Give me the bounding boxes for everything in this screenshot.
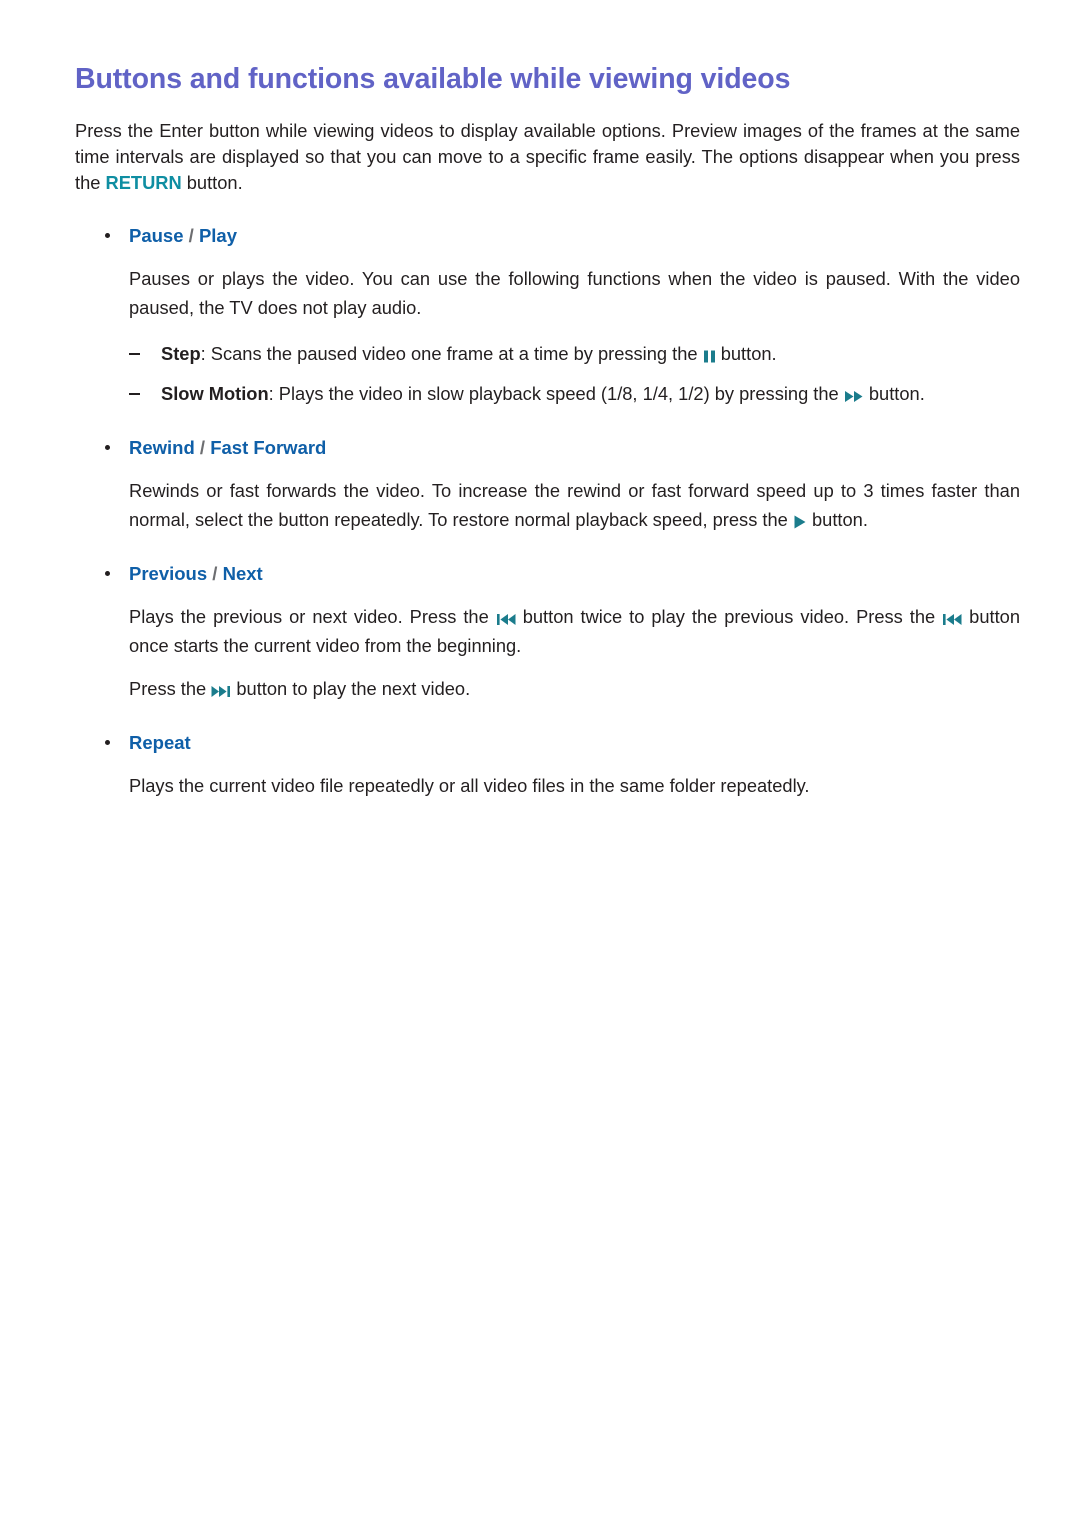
return-keyword: RETURN [105,172,182,194]
section-heading-pause-play: Pause / Play [75,222,1020,250]
heading-term-fast-forward: Fast Forward [210,437,327,459]
sub-item-step: Step: Scans the paused video one frame a… [75,340,1020,368]
pause-icon [703,349,716,364]
heading-term-pause: Pause [129,225,184,247]
page-title: Buttons and functions available while vi… [75,63,791,95]
section-heading-previous-next: Previous / Next [75,560,1020,588]
heading-separator: / [183,225,199,247]
heading-term-previous: Previous [129,563,208,585]
section-body-previous-next-2: Press the button to play the next video. [75,674,1020,703]
section-heading-repeat: Repeat [75,729,1020,757]
bullet-dot-icon [105,445,110,451]
sub-item-text-before: : Scans the paused video one frame at a … [200,343,703,365]
section-body-rewind-fast-forward: Rewinds or fast forwards the video. To i… [75,476,1020,534]
sub-item-text-before: : Plays the video in slow playback speed… [268,383,844,405]
section-body-pause-play: Pauses or plays the video. You can use t… [129,268,1020,319]
list-item-previous-next: Previous / Next Plays the previous or ne… [75,560,1020,703]
heading-term-next: Next [222,563,263,585]
heading-separator: / [194,437,211,459]
sub-item-text-after: button. [715,343,777,365]
bullet-dot-icon [105,571,110,577]
list-item-rewind-fast-forward: Rewind / Fast Forward Rewinds or fast fo… [75,434,1020,534]
document-page: Buttons and functions available while vi… [0,0,1080,1527]
sub-item-text-after: button. [863,383,925,405]
heading-term-play: Play [198,225,237,247]
heading-term-rewind: Rewind [129,437,195,459]
body-text-b: button twice to play the previous video.… [515,606,943,628]
next-icon [211,684,231,699]
list-item-repeat: Repeat Plays the current video file repe… [75,729,1020,800]
body-text-a: Press the [129,678,212,700]
previous-icon [496,612,516,627]
section-heading-rewind-fast-forward: Rewind / Fast Forward [75,434,1020,462]
section-body-previous-next-1: Plays the previous or next video. Press … [75,602,1020,660]
section-body-text-after: button. [806,509,868,531]
previous-icon [942,612,962,627]
section-body-repeat: Plays the current video file repeatedly … [129,775,810,797]
intro-text-part2: button. [181,172,243,194]
section-body-text-before: Rewinds or fast forwards the video. To i… [129,480,1020,531]
sub-list-pause-play: Step: Scans the paused video one frame a… [75,340,1020,408]
body-text-b: button to play the next video. [231,678,471,700]
heading-separator: / [207,563,223,585]
list-item-pause-play: Pause / Play Pauses or plays the video. … [75,222,1020,408]
sub-item-term-slow-motion: Slow Motion [161,383,269,405]
play-icon [793,514,807,530]
fast-forward-icon [844,389,864,404]
intro-paragraph: Press the Enter button while viewing vid… [75,118,1020,196]
bullet-dot-icon [105,233,110,239]
dash-marker-icon [129,393,140,395]
sub-item-term-step: Step [161,343,201,365]
body-text-a: Plays the previous or next video. Press … [129,606,496,628]
sub-item-slow-motion: Slow Motion: Plays the video in slow pla… [75,380,1020,408]
bullet-dot-icon [105,740,110,746]
heading-term-repeat: Repeat [129,732,191,754]
feature-list: Pause / Play Pauses or plays the video. … [75,222,1020,800]
dash-marker-icon [129,353,140,355]
